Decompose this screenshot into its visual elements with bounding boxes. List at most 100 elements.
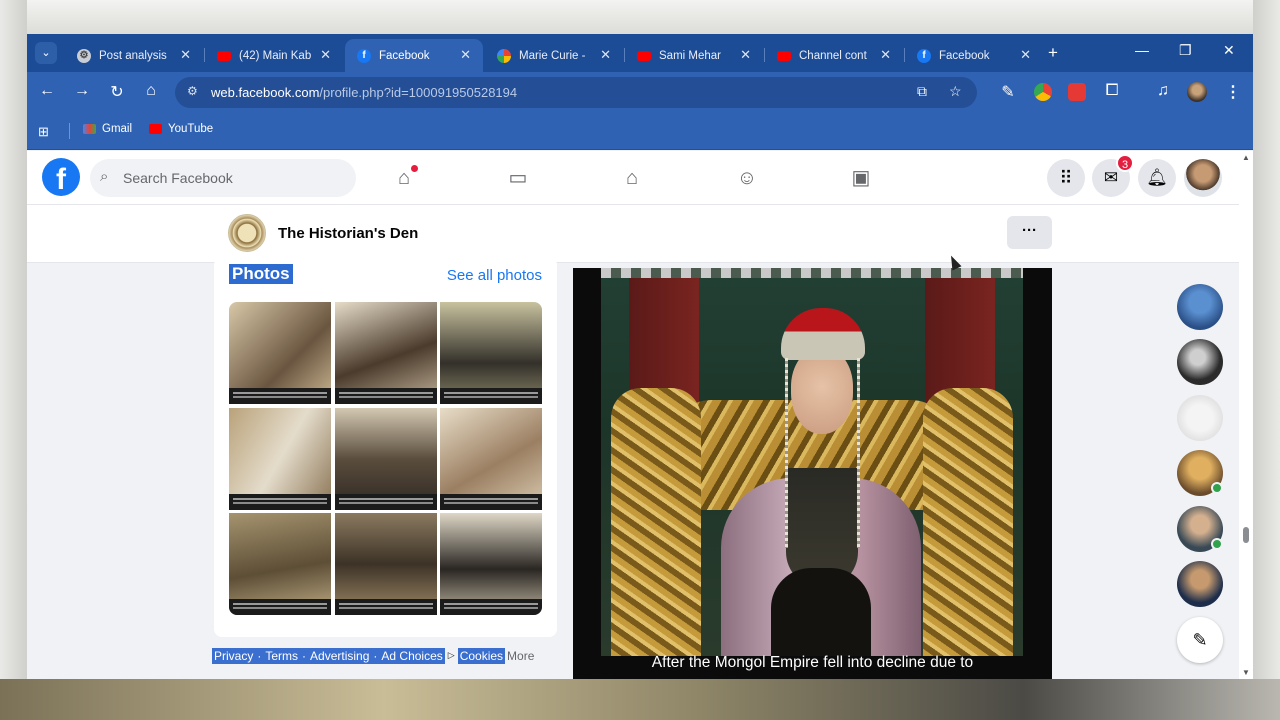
close-icon[interactable]: ✕: [460, 47, 471, 63]
crown-pendant: [785, 358, 788, 548]
media-controls-icon[interactable]: ♫: [1153, 82, 1173, 100]
new-tab-plus-icon[interactable]: +: [1048, 43, 1058, 63]
gear-icon: ⚙: [77, 48, 91, 63]
menu-grid-icon[interactable]: ⠿: [1047, 159, 1085, 197]
minimize-icon[interactable]: —: [1135, 42, 1149, 58]
photo-thumbnail[interactable]: [440, 302, 542, 404]
bookmark-star-icon[interactable]: ☆: [949, 83, 962, 100]
footer-link-privacy[interactable]: Privacy: [212, 647, 256, 664]
reload-icon[interactable]: ↻: [107, 82, 127, 102]
tab-facebook-2[interactable]: f Facebook ✕: [905, 39, 1043, 72]
red-extension-icon[interactable]: [1068, 83, 1086, 101]
address-bar[interactable]: ⚙ web.facebook.com/profile.php?id=100091…: [175, 77, 977, 108]
photos-heading[interactable]: Photos: [229, 264, 293, 284]
figure-lap: [771, 568, 871, 656]
see-all-photos-link[interactable]: See all photos: [447, 267, 542, 284]
watch-icon[interactable]: ▭: [503, 163, 533, 193]
footer-link-terms[interactable]: Terms: [263, 647, 301, 664]
photo-caption: [229, 599, 331, 615]
close-icon[interactable]: ✕: [320, 47, 331, 63]
tab-marie-curie[interactable]: Marie Curie - ✕: [485, 39, 623, 72]
tab-post-analysis[interactable]: ⚙ Post analysis ✕: [65, 39, 203, 72]
photo-thumbnail[interactable]: [229, 302, 331, 404]
tab-youtube-main-kab[interactable]: (42) Main Kab ✕: [205, 39, 343, 72]
footer-separator: ·: [255, 647, 264, 664]
home-icon[interactable]: ⌂: [389, 163, 419, 193]
footer-link-advertising[interactable]: Advertising: [308, 647, 372, 664]
notifications-bell-icon[interactable]: 🔔︎: [1138, 159, 1176, 197]
video-frame-top: [0, 0, 1280, 34]
groups-icon[interactable]: ☺: [732, 163, 762, 193]
scroll-up-arrow-icon[interactable]: ▲: [1242, 153, 1250, 162]
tab-title: Channel cont: [799, 49, 867, 62]
site-settings-icon[interactable]: ⚙: [187, 84, 198, 98]
new-message-compose-icon[interactable]: ✎: [1177, 617, 1223, 663]
figure-crown: [781, 308, 865, 360]
bookmark-gmail[interactable]: Gmail: [83, 123, 132, 135]
tab-channel-content[interactable]: Channel cont ✕: [765, 39, 903, 72]
photo-thumbnail[interactable]: [229, 513, 331, 615]
facebook-logo-icon[interactable]: f: [42, 158, 80, 196]
forward-arrow-icon[interactable]: →: [72, 82, 92, 100]
footer-link-more[interactable]: More: [507, 649, 534, 663]
photo-grid: [229, 302, 542, 615]
account-avatar[interactable]: [1184, 159, 1222, 197]
bookmark-label: Gmail: [102, 123, 133, 135]
extensions-puzzle-icon[interactable]: ⧠: [1102, 82, 1122, 100]
tab-search-dropdown[interactable]: ⌄: [35, 42, 57, 64]
install-app-icon[interactable]: ⧉: [917, 83, 927, 100]
browser-menu-icon[interactable]: ⋮: [1225, 82, 1241, 102]
ad-choices-icon: ▷: [447, 650, 455, 660]
pen-extension-icon[interactable]: ✎: [998, 82, 1018, 102]
page-header-strip: The Historian's Den ···: [27, 205, 1239, 263]
page-avatar[interactable]: [228, 214, 266, 252]
bookmarks-bar: ⊞ Gmail YouTube: [27, 112, 1253, 150]
contact-avatar[interactable]: [1177, 561, 1223, 607]
tab-sami-mehar[interactable]: Sami Mehar ✕: [625, 39, 763, 72]
photo-caption: [440, 493, 542, 510]
close-icon[interactable]: ✕: [740, 47, 751, 63]
apps-grid-icon[interactable]: ⊞: [38, 124, 49, 140]
chrome-extension-icon[interactable]: [1034, 83, 1052, 101]
url-text[interactable]: web.facebook.com/profile.php?id=10009195…: [211, 85, 517, 100]
close-icon[interactable]: ✕: [180, 47, 191, 63]
contact-avatar[interactable]: [1177, 284, 1223, 330]
marketplace-icon[interactable]: ⌂: [617, 163, 647, 193]
contact-avatar[interactable]: [1177, 339, 1223, 385]
scroll-thumb[interactable]: [1243, 527, 1249, 543]
back-arrow-icon[interactable]: ←: [37, 82, 57, 100]
photo-thumbnail[interactable]: [229, 407, 331, 510]
contact-avatar[interactable]: [1177, 395, 1223, 441]
page-title[interactable]: The Historian's Den: [278, 225, 418, 242]
messenger-icon[interactable]: ✉ 3: [1092, 154, 1134, 197]
gaming-icon[interactable]: ▣: [846, 163, 876, 193]
browser-profile-avatar[interactable]: [1187, 82, 1207, 102]
footer-link-cookies[interactable]: Cookies: [457, 647, 506, 664]
video-player[interactable]: After the Mongol Empire fell into declin…: [573, 268, 1052, 679]
close-icon[interactable]: ✕: [1020, 47, 1031, 63]
photo-thumbnail[interactable]: [334, 407, 437, 510]
footer-link-ad-choices[interactable]: Ad Choices: [379, 647, 445, 664]
photo-thumbnail[interactable]: [334, 302, 437, 404]
page-scrollbar[interactable]: ▲ ▼: [1239, 151, 1253, 679]
search-icon: ⌕: [100, 168, 109, 185]
photo-thumbnail[interactable]: [440, 407, 542, 510]
window-close-icon[interactable]: ✕: [1223, 42, 1235, 59]
home-icon[interactable]: ⌂: [141, 82, 161, 100]
tab-facebook-active[interactable]: f Facebook ✕: [345, 39, 483, 72]
facebook-icon: f: [357, 48, 371, 63]
scroll-down-arrow-icon[interactable]: ▼: [1242, 668, 1250, 677]
more-options-button[interactable]: ···: [1007, 216, 1052, 249]
tab-title: (42) Main Kab: [239, 49, 312, 62]
close-icon[interactable]: ✕: [880, 47, 891, 63]
photo-thumbnail[interactable]: [334, 513, 437, 615]
restore-icon[interactable]: ❐: [1179, 42, 1192, 59]
close-icon[interactable]: ✕: [600, 47, 611, 63]
bookmark-youtube[interactable]: YouTube: [149, 123, 213, 135]
facebook-search[interactable]: ⌕ Search Facebook: [90, 159, 356, 197]
tab-title: Marie Curie -: [519, 49, 586, 62]
contact-avatar[interactable]: [1177, 450, 1223, 496]
photo-thumbnail[interactable]: [440, 513, 542, 615]
bookmark-divider: [69, 123, 70, 139]
contact-avatar[interactable]: [1177, 506, 1223, 552]
